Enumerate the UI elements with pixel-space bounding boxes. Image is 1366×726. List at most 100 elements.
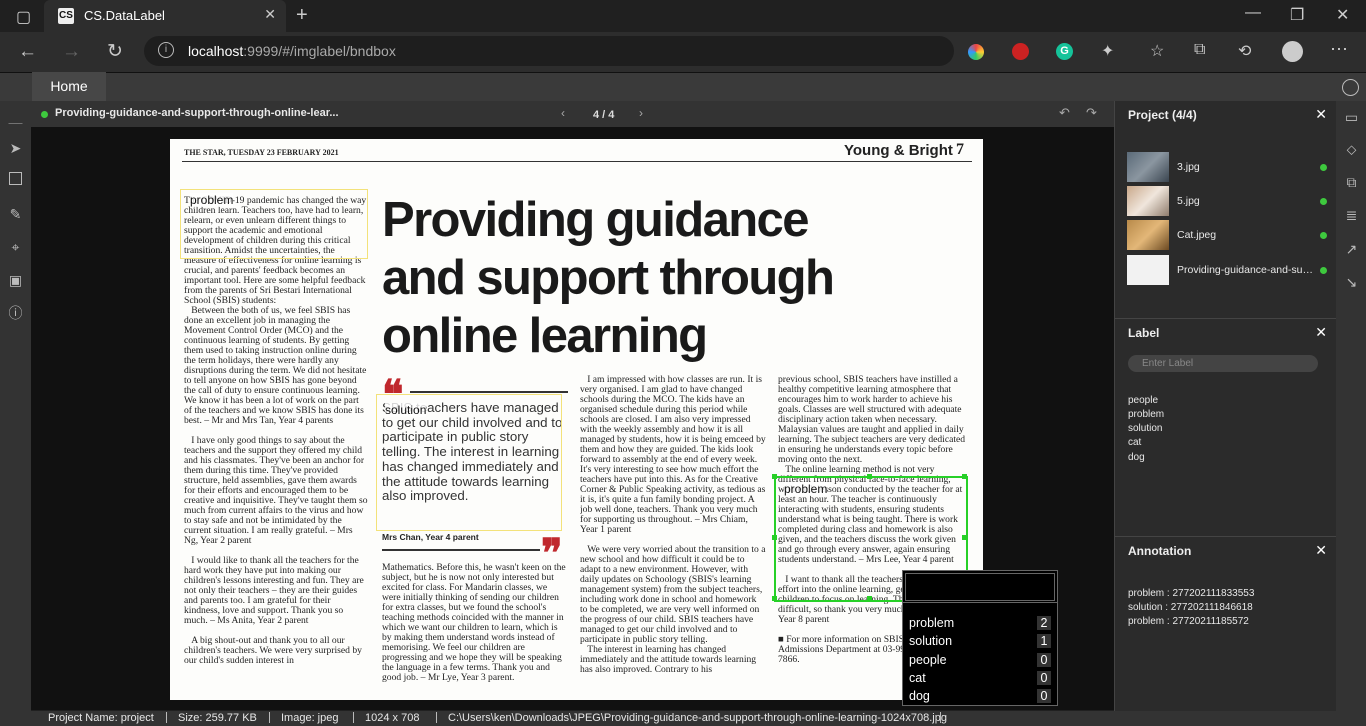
status-divider [353, 712, 354, 723]
next-image-icon[interactable]: › [639, 106, 643, 120]
bndbox-label: problem [190, 193, 234, 207]
project-file-item[interactable]: 3.jpg [1127, 152, 1327, 182]
option-label: dog [909, 689, 930, 703]
address-field[interactable]: i localhost:9999/#/imglabel/bndbox [144, 36, 954, 66]
project-file-item[interactable]: Providing-guidance-and-support-through-o… [1127, 255, 1327, 285]
bndbox-problem-1[interactable]: problem [180, 189, 368, 259]
annotation-item[interactable]: problem : 27720211185572 [1128, 616, 1249, 627]
tab-actions-icon[interactable]: ▢ [16, 7, 31, 27]
forward-icon[interactable]: → [62, 41, 81, 63]
maximize-icon[interactable]: ❐ [1290, 5, 1304, 25]
popup-option-cat[interactable]: cat 0 [909, 671, 1051, 689]
close-annotation-panel-icon[interactable]: ✕ [1315, 542, 1327, 559]
status-path: C:\Users\ken\Downloads\JPEG\Providing-gu… [448, 712, 947, 724]
label-search-input[interactable]: Enter Label [1128, 355, 1318, 372]
tab-home[interactable]: Home [32, 72, 106, 101]
quote-attribution: Mrs Chan, Year 4 parent [382, 532, 479, 542]
panel-divider [1115, 536, 1337, 537]
copy-icon[interactable]: ⧉ [1343, 174, 1360, 191]
option-label: cat [909, 671, 926, 685]
annotation-item[interactable]: solution : 277202111846618 [1128, 602, 1253, 613]
panel-divider [1115, 318, 1337, 319]
tab-title: CS.DataLabel [84, 8, 165, 23]
close-window-icon[interactable]: ✕ [1336, 5, 1349, 25]
status-size: Size: 259.77 KB [178, 712, 257, 724]
save-icon[interactable]: ▣ [7, 272, 24, 289]
resize-handle[interactable] [962, 535, 967, 540]
resize-handle[interactable] [772, 474, 777, 479]
history-icon[interactable]: ⟲ [1238, 41, 1251, 61]
extension-color-icon[interactable] [968, 44, 984, 60]
close-label-panel-icon[interactable]: ✕ [1315, 324, 1327, 341]
resize-handle[interactable] [772, 596, 777, 601]
close-project-panel-icon[interactable]: ✕ [1315, 106, 1327, 123]
extension-stop-icon[interactable] [1012, 43, 1029, 60]
label-tag-icon[interactable]: ✎ [7, 206, 24, 223]
pointer-tool-icon[interactable]: ➤ [7, 140, 24, 157]
app-tab-bar [0, 72, 1366, 102]
grammarly-icon[interactable]: G [1056, 43, 1073, 60]
close-tab-icon[interactable]: ✕ [264, 6, 276, 23]
project-file-item[interactable]: Cat.jpeg [1127, 220, 1327, 250]
label-item[interactable]: solution [1128, 423, 1162, 434]
undo-icon[interactable]: ↶ [1059, 105, 1070, 121]
extensions-puzzle-icon[interactable]: ✦ [1101, 41, 1114, 61]
resize-handle[interactable] [772, 535, 777, 540]
popup-divider [903, 602, 1057, 603]
collections-icon[interactable]: ⧉ [1194, 41, 1205, 59]
crosshair-icon[interactable]: ⌖ [7, 239, 24, 256]
minimize-icon[interactable]: — [1245, 4, 1261, 22]
label-select-popup: problem 2 solution 1 people 0 cat 0 dog 0 [902, 570, 1058, 706]
option-label: people [909, 653, 947, 667]
info-icon[interactable]: ⓘ [7, 305, 24, 322]
label-item[interactable]: problem [1128, 409, 1164, 420]
resize-handle[interactable] [867, 596, 872, 601]
label-item[interactable]: dog [1128, 452, 1145, 463]
article-column-3: I am impressed with how classes are run.… [580, 375, 766, 675]
status-bar: Project Name: project Size: 259.77 KB Im… [0, 711, 1366, 726]
browser-tab[interactable]: CS CS.DataLabel ✕ [44, 0, 286, 32]
site-info-icon[interactable]: i [158, 42, 174, 58]
image-name: Providing-guidance-and-support-through-o… [55, 107, 339, 119]
bndbox-label: problem [784, 482, 828, 496]
more-menu-icon[interactable]: ⋯ [1330, 39, 1348, 60]
image-counter: 4 / 4 [593, 109, 615, 121]
newspaper-image[interactable]: THE STAR, TUESDAY 23 FEBRUARY 2021 Young… [170, 139, 983, 700]
project-file-item[interactable]: 5.jpg [1127, 186, 1327, 216]
tag-icon[interactable]: ⬦ [1343, 141, 1360, 158]
headline-line-3: online learning [382, 309, 708, 363]
label-item[interactable]: people [1128, 395, 1158, 406]
bndbox-tool-icon[interactable] [9, 172, 22, 185]
export-icon[interactable]: ↗ [1343, 241, 1360, 258]
project-icon[interactable]: ▭ [1343, 109, 1360, 126]
redo-icon[interactable]: ↷ [1086, 105, 1097, 121]
popup-option-problem[interactable]: problem 2 [909, 616, 1051, 634]
favorites-icon[interactable]: ☆ [1150, 41, 1164, 61]
reload-icon[interactable]: ↻ [107, 40, 123, 63]
resize-handle[interactable] [962, 474, 967, 479]
thumbnail [1127, 152, 1169, 182]
resize-handle[interactable] [867, 474, 872, 479]
new-tab-icon[interactable]: + [296, 4, 308, 27]
prev-image-icon[interactable]: ‹ [561, 106, 565, 120]
option-count: 0 [1037, 689, 1051, 703]
annotation-item[interactable]: problem : 277202111833553 [1128, 588, 1254, 599]
back-icon[interactable]: ← [18, 41, 37, 63]
popup-option-dog[interactable]: dog 0 [909, 689, 1051, 704]
label-item[interactable]: cat [1128, 437, 1141, 448]
profile-avatar[interactable] [1282, 41, 1303, 62]
popup-option-people[interactable]: people 0 [909, 653, 1051, 671]
file-status-dot [1320, 232, 1327, 239]
user-icon[interactable] [1342, 79, 1359, 96]
image-header: Providing-guidance-and-support-through-o… [31, 101, 1114, 127]
image-status-dot [41, 111, 48, 118]
bndbox-solution[interactable]: solution [376, 394, 562, 531]
status-divider [166, 712, 167, 723]
headline-line-1: Providing guidance [382, 193, 809, 247]
masthead-section: Young & Bright [844, 142, 953, 159]
url-host: localhost [188, 43, 244, 59]
label-popup-input[interactable] [905, 573, 1055, 601]
import-icon[interactable]: ↘ [1343, 274, 1360, 291]
align-icon[interactable]: ≣ [1343, 207, 1360, 224]
popup-option-solution[interactable]: solution 1 [909, 634, 1051, 652]
